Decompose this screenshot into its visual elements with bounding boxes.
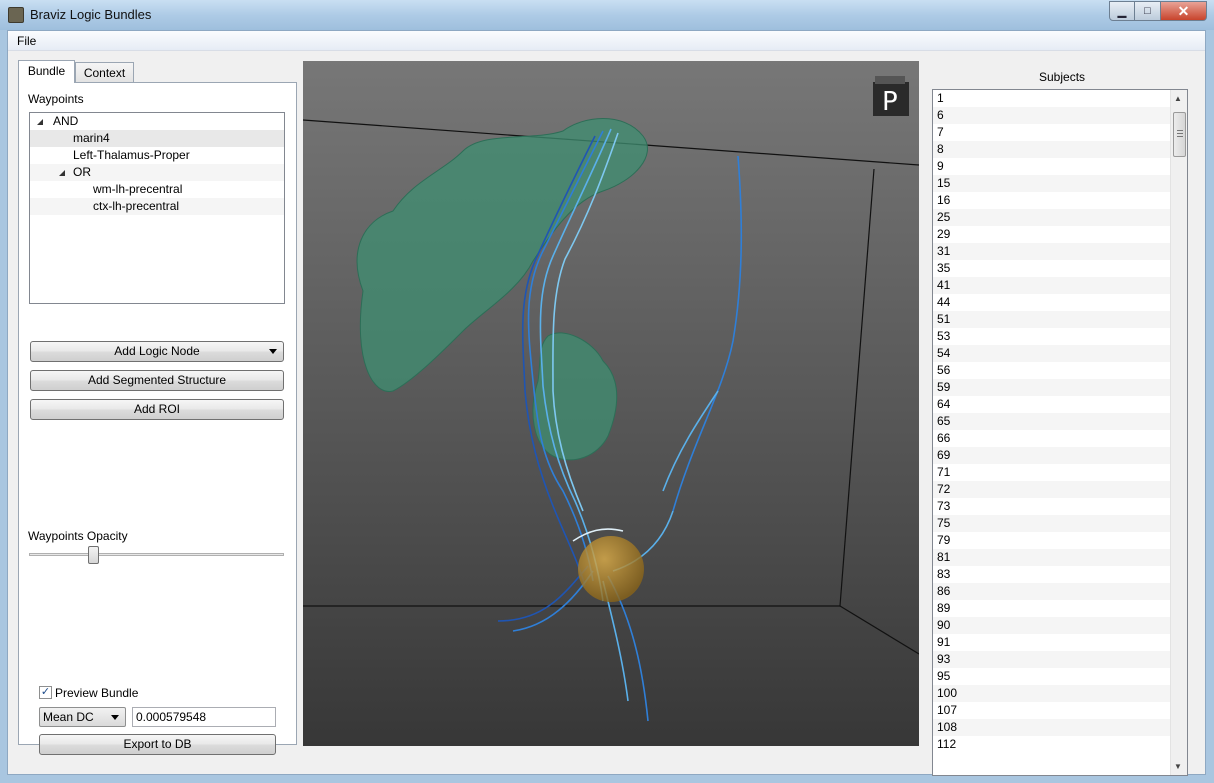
list-item[interactable]: 73 bbox=[933, 498, 1171, 515]
list-item[interactable]: 100 bbox=[933, 685, 1171, 702]
list-item[interactable]: 25 bbox=[933, 209, 1171, 226]
tree-node-marin4[interactable]: marin4 bbox=[30, 130, 284, 147]
chevron-down-icon bbox=[111, 715, 119, 720]
list-item[interactable]: 66 bbox=[933, 430, 1171, 447]
list-item[interactable]: 35 bbox=[933, 260, 1171, 277]
expand-arrow-icon[interactable] bbox=[59, 170, 65, 176]
scrollbar-thumb[interactable] bbox=[1173, 112, 1186, 157]
tab-context[interactable]: Context bbox=[75, 62, 134, 83]
title-bar: Braviz Logic Bundles ▁ □ ✕ bbox=[0, 0, 1214, 30]
tab-bundle[interactable]: Bundle bbox=[18, 60, 75, 83]
list-item[interactable]: 16 bbox=[933, 192, 1171, 209]
list-item[interactable]: 29 bbox=[933, 226, 1171, 243]
main-window: File Bundle Context Waypoints AND marin4… bbox=[7, 30, 1206, 776]
metric-select[interactable]: Mean DC bbox=[39, 707, 126, 727]
list-item[interactable]: 86 bbox=[933, 583, 1171, 600]
opacity-slider-handle[interactable] bbox=[88, 546, 99, 564]
waypoints-opacity-label: Waypoints Opacity bbox=[28, 529, 128, 543]
add-roi-button[interactable]: Add ROI bbox=[30, 399, 284, 420]
list-item[interactable]: 107 bbox=[933, 702, 1171, 719]
scroll-up-icon[interactable]: ▲ bbox=[1174, 94, 1182, 103]
add-logic-node-button[interactable]: Add Logic Node bbox=[30, 341, 284, 362]
preview-bundle-label: Preview Bundle bbox=[55, 686, 139, 700]
subjects-scrollbar[interactable]: ▲ ▼ bbox=[1170, 90, 1187, 775]
list-item[interactable]: 31 bbox=[933, 243, 1171, 260]
list-item[interactable]: 79 bbox=[933, 532, 1171, 549]
list-item[interactable]: 53 bbox=[933, 328, 1171, 345]
subjects-title: Subjects bbox=[1039, 70, 1086, 84]
list-item[interactable]: 69 bbox=[933, 447, 1171, 464]
list-item[interactable]: 8 bbox=[933, 141, 1171, 158]
waypoints-tree[interactable]: AND marin4 Left-Thalamus-Proper OR wm-lh… bbox=[29, 112, 285, 304]
list-item[interactable]: 51 bbox=[933, 311, 1171, 328]
metric-value-field[interactable]: 0.000579548 bbox=[132, 707, 276, 727]
minimize-button[interactable]: ▁ bbox=[1109, 1, 1135, 21]
menu-file[interactable]: File bbox=[17, 34, 36, 48]
list-item[interactable]: 64 bbox=[933, 396, 1171, 413]
bundle-panel: Waypoints AND marin4 Left-Thalamus-Prope… bbox=[18, 82, 297, 755]
list-item[interactable]: 108 bbox=[933, 719, 1171, 736]
list-item[interactable]: 1 bbox=[933, 90, 1171, 107]
window-controls: ▁ □ ✕ bbox=[1109, 1, 1207, 21]
list-item[interactable]: 91 bbox=[933, 634, 1171, 651]
chevron-down-icon bbox=[269, 349, 277, 354]
list-item[interactable]: 65 bbox=[933, 413, 1171, 430]
tree-node-wm-lh-precentral[interactable]: wm-lh-precentral bbox=[30, 181, 284, 198]
export-to-db-button[interactable]: Export to DB bbox=[39, 734, 276, 755]
list-item[interactable]: 44 bbox=[933, 294, 1171, 311]
list-item[interactable]: 93 bbox=[933, 651, 1171, 668]
tree-node-left-thalamus[interactable]: Left-Thalamus-Proper bbox=[30, 147, 284, 164]
list-item[interactable]: 90 bbox=[933, 617, 1171, 634]
opacity-slider-track[interactable] bbox=[29, 553, 284, 556]
menu-bar: File bbox=[8, 31, 1205, 51]
close-button[interactable]: ✕ bbox=[1161, 1, 1207, 21]
list-item[interactable]: 112 bbox=[933, 736, 1171, 753]
list-item[interactable]: 75 bbox=[933, 515, 1171, 532]
brain-render bbox=[303, 118, 919, 722]
list-item[interactable]: 7 bbox=[933, 124, 1171, 141]
waypoints-label: Waypoints bbox=[28, 92, 84, 106]
orientation-label: P bbox=[882, 87, 898, 116]
list-item[interactable]: 95 bbox=[933, 668, 1171, 685]
list-item[interactable]: 56 bbox=[933, 362, 1171, 379]
window-title: Braviz Logic Bundles bbox=[30, 7, 152, 22]
list-item[interactable]: 72 bbox=[933, 481, 1171, 498]
subjects-list[interactable]: 1 6 7 8 9 15 16 25 29 31 35 41 44 51 53 54 56 59 64 65 66 69 7… bbox=[932, 89, 1188, 776]
add-segmented-structure-button[interactable]: Add Segmented Structure bbox=[30, 370, 284, 391]
maximize-button[interactable]: □ bbox=[1135, 1, 1161, 21]
list-item[interactable]: 71 bbox=[933, 464, 1171, 481]
list-item[interactable]: 15 bbox=[933, 175, 1171, 192]
tree-node-and[interactable]: AND bbox=[30, 113, 284, 130]
list-item[interactable]: 83 bbox=[933, 566, 1171, 583]
3d-viewport[interactable]: P bbox=[303, 61, 919, 746]
list-item[interactable]: 9 bbox=[933, 158, 1171, 175]
roi-sphere bbox=[578, 536, 644, 602]
preview-bundle-checkbox[interactable]: ✓ bbox=[39, 686, 52, 699]
scroll-down-icon[interactable]: ▼ bbox=[1174, 762, 1182, 771]
expand-arrow-icon[interactable] bbox=[37, 119, 43, 125]
list-item[interactable]: 54 bbox=[933, 345, 1171, 362]
list-item[interactable]: 6 bbox=[933, 107, 1171, 124]
app-icon bbox=[8, 7, 24, 23]
orientation-cube: P bbox=[873, 76, 911, 117]
tree-node-or[interactable]: OR bbox=[30, 164, 284, 181]
list-item[interactable]: 59 bbox=[933, 379, 1171, 396]
tree-node-ctx-lh-precentral[interactable]: ctx-lh-precentral bbox=[30, 198, 284, 215]
list-item[interactable]: 89 bbox=[933, 600, 1171, 617]
list-item[interactable]: 81 bbox=[933, 549, 1171, 566]
list-item[interactable]: 41 bbox=[933, 277, 1171, 294]
